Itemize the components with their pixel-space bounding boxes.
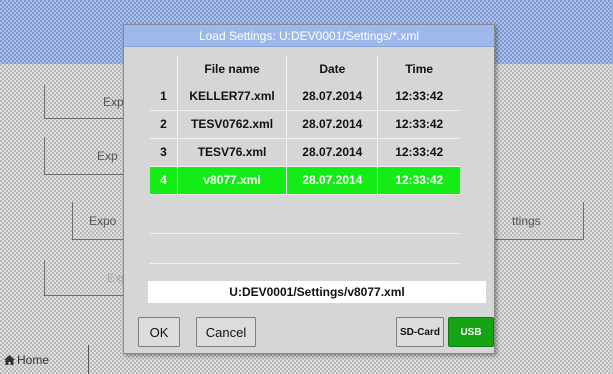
column-header-file-name: File name: [176, 56, 287, 82]
row-number: 1: [150, 82, 178, 111]
home-icon: [4, 354, 15, 365]
file-name-cell: TESV0762.xml: [176, 110, 287, 139]
time-cell: 12:33:42: [377, 166, 460, 195]
table-row-selected[interactable]: 4 v8077.xml 28.07.2014 12:33:42: [150, 166, 460, 195]
bg-settings-label: ttings: [512, 213, 541, 228]
row-number: 2: [150, 110, 178, 139]
bg-export-button-1: Exp: [44, 85, 134, 119]
date-cell: 28.07.2014: [286, 82, 378, 111]
bg-home-button: Home: [0, 345, 89, 374]
row-number: 4: [150, 166, 178, 195]
dialog-title: Load Settings: U:DEV0001/Settings/*.xml: [124, 25, 494, 47]
file-name-cell: v8077.xml: [176, 166, 287, 195]
sd-card-button[interactable]: SD-Card: [396, 317, 444, 347]
date-cell: 28.07.2014: [286, 166, 378, 195]
usb-button[interactable]: USB: [448, 317, 494, 347]
table-header: File name Date Time: [150, 56, 460, 82]
row-number: 3: [150, 138, 178, 167]
table-row[interactable]: 2 TESV0762.xml 28.07.2014 12:33:42: [150, 110, 460, 139]
ok-button[interactable]: OK: [138, 317, 180, 347]
bg-export-label-2: Exp: [97, 148, 118, 163]
time-cell: 12:33:42: [377, 82, 460, 111]
bg-settings-button: ttings: [490, 202, 584, 240]
time-cell: 12:33:42: [377, 110, 460, 139]
table-row[interactable]: 1 KELLER77.xml 28.07.2014 12:33:42: [150, 82, 460, 111]
load-settings-dialog: Load Settings: U:DEV0001/Settings/*.xml …: [123, 24, 495, 354]
bg-export-label-1: Exp: [103, 94, 124, 109]
bg-export-label-3: Expo: [89, 213, 117, 228]
bg-export-button-4: Exp: [44, 260, 134, 296]
file-name-cell: TESV76.xml: [176, 138, 287, 167]
date-cell: 28.07.2014: [286, 110, 378, 139]
empty-row-divider: [150, 263, 460, 264]
selected-file-path: U:DEV0001/Settings/v8077.xml: [148, 281, 486, 303]
empty-row-divider: [150, 233, 460, 234]
table-row[interactable]: 3 TESV76.xml 28.07.2014 12:33:42: [150, 138, 460, 167]
time-cell: 12:33:42: [377, 138, 460, 167]
cancel-button[interactable]: Cancel: [196, 317, 256, 347]
date-cell: 28.07.2014: [286, 138, 378, 167]
bg-home-label: Home: [17, 352, 50, 367]
column-header-date: Date: [286, 56, 378, 82]
column-header-index: [150, 56, 177, 82]
column-header-time: Time: [377, 56, 460, 82]
bg-export-button-2: Exp: [44, 137, 134, 175]
file-table: File name Date Time 1 KELLER77.xml 28.07…: [150, 56, 460, 195]
file-name-cell: KELLER77.xml: [176, 82, 287, 111]
